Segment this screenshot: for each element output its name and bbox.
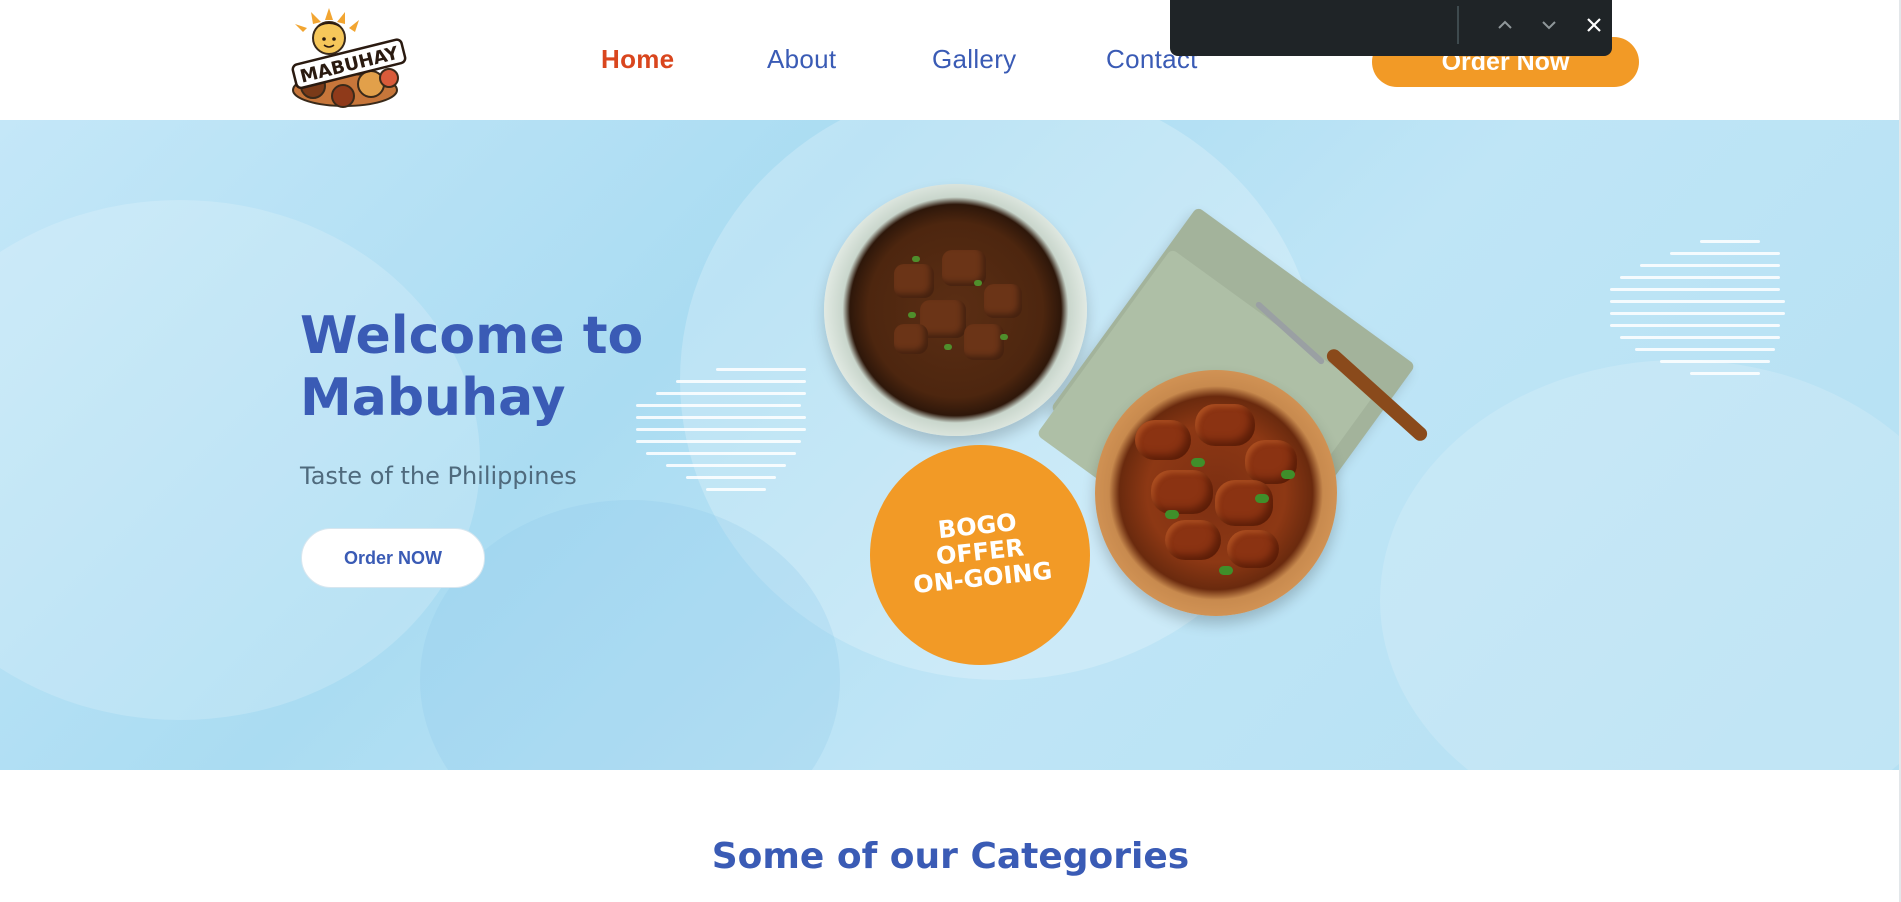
chevron-up-icon[interactable] bbox=[1490, 10, 1520, 40]
close-icon[interactable] bbox=[1579, 10, 1609, 40]
bg-blob bbox=[0, 200, 480, 720]
mabuhay-logo[interactable]: MABUHAY bbox=[285, 8, 411, 110]
bogo-badge-text: BOGO OFFER ON-GOING bbox=[867, 502, 1094, 603]
site-header: MABUHAY Home About Gallery Contact Order… bbox=[0, 0, 1901, 120]
categories-title: Some of our Categories bbox=[711, 836, 1190, 877]
find-input[interactable] bbox=[1184, 10, 1448, 40]
decor-stripes-right bbox=[1610, 240, 1790, 384]
find-bar bbox=[1170, 0, 1612, 56]
chicken-wings-bowl-image bbox=[1095, 370, 1337, 616]
hero-title: Welcome to Mabuhay bbox=[300, 305, 720, 429]
page: MABUHAY Home About Gallery Contact Order… bbox=[0, 0, 1901, 902]
hero-title-line2: Mabuhay bbox=[300, 368, 566, 428]
stew-bowl-image bbox=[824, 184, 1087, 436]
find-separator bbox=[1457, 6, 1459, 44]
hero-subtitle: Taste of the Philippines bbox=[300, 462, 577, 490]
nav-about[interactable]: About bbox=[767, 44, 836, 75]
hero-title-line1: Welcome to bbox=[300, 306, 644, 366]
bg-blob bbox=[1380, 360, 1901, 770]
nav-gallery[interactable]: Gallery bbox=[932, 44, 1016, 75]
chevron-down-icon[interactable] bbox=[1534, 10, 1564, 40]
hero-order-button[interactable]: Order NOW bbox=[301, 528, 485, 588]
hero-section: Welcome to Mabuhay Taste of the Philippi… bbox=[0, 120, 1901, 770]
nav-home[interactable]: Home bbox=[601, 44, 674, 75]
bogo-offer-badge: BOGO OFFER ON-GOING bbox=[870, 445, 1090, 665]
